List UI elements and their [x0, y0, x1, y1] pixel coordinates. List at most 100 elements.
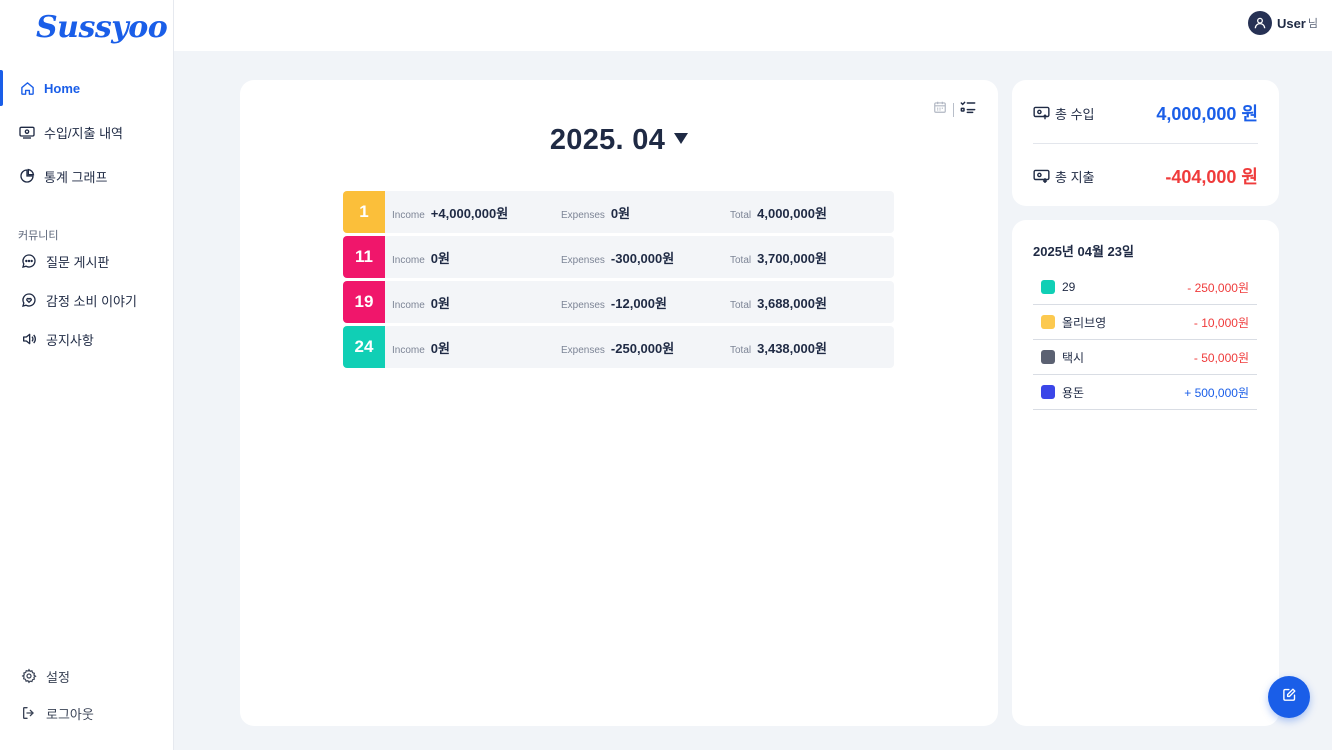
table-row[interactable]: 11 Income 0원 Expenses -300,000원 Total 3,700… — [343, 236, 894, 278]
expenses-label: Expenses — [561, 299, 605, 311]
monthly-totals-card: 총 수입 4,000,000 원 총 지출 -404,000 원 — [1012, 80, 1279, 206]
gear-icon — [20, 667, 38, 685]
table-row[interactable]: 24 Income 0원 Expenses -250,000원 Total 3,438… — [343, 326, 894, 368]
top-bar: User 님 — [174, 0, 1332, 51]
sidebar-item-qna[interactable]: 질문 게시판 — [0, 243, 173, 279]
total-value: 3,688,000원 — [757, 295, 827, 311]
sidebar-item-settings[interactable]: 설정 — [0, 658, 173, 694]
expenses-label: Expenses — [561, 344, 605, 356]
sidebar-item-statistics[interactable]: 통계 그래프 — [0, 158, 173, 194]
chat-bubble-icon — [20, 252, 38, 270]
total-expense-value: -404,000 원 — [1165, 167, 1258, 187]
expenses-value: 0원 — [610, 205, 631, 221]
table-row[interactable]: 1 Income +4,000,000원 Expenses 0원 Total 4,00… — [343, 191, 894, 233]
day-badge: 19 — [343, 281, 385, 323]
item-amount: - 50,000원 — [1193, 350, 1249, 365]
sidebar-item-label: 감정 소비 이야기 — [46, 293, 137, 309]
caret-down-icon — [674, 132, 689, 144]
money-icon — [18, 123, 36, 141]
heart-bubble-icon — [20, 291, 38, 309]
item-amount: - 250,000원 — [1187, 280, 1249, 295]
expenses-value: -300,000원 — [610, 250, 675, 266]
total-value: 3,438,000원 — [757, 340, 827, 356]
expenses-label: Expenses — [561, 209, 605, 221]
sidebar-item-emotion-stories[interactable]: 감정 소비 이야기 — [0, 282, 173, 318]
income-label: Income — [392, 209, 425, 221]
income-label: Income — [392, 254, 425, 266]
expenses-label: Expenses — [561, 254, 605, 266]
total-income-label: 총 수입 — [1055, 106, 1095, 122]
day-badge: 24 — [343, 326, 385, 368]
logout-icon — [20, 704, 38, 722]
income-value: +4,000,000원 — [430, 205, 509, 221]
item-amount: + 500,000원 — [1184, 385, 1249, 400]
item-name: 택시 — [1062, 350, 1085, 365]
total-income-value: 4,000,000 원 — [1156, 104, 1258, 124]
total-expense-label: 총 지출 — [1055, 169, 1095, 185]
speaker-icon — [20, 330, 38, 348]
category-color-dot — [1041, 385, 1055, 399]
user-name: User — [1276, 15, 1306, 31]
sidebar-item-label: Home — [44, 80, 81, 96]
total-expense-row: 총 지출 -404,000 원 — [1033, 163, 1258, 189]
sidebar-item-home[interactable]: Home — [0, 70, 173, 106]
list-item[interactable]: 올리브영 - 10,000원 — [1033, 305, 1257, 340]
money-in-icon — [1033, 106, 1050, 120]
detail-date: 2025년 04월 23일 — [1033, 244, 1134, 259]
home-icon — [18, 79, 36, 97]
calendar-view-icon[interactable] — [933, 100, 947, 119]
category-color-dot — [1041, 280, 1055, 294]
view-toggle — [933, 100, 976, 119]
sidebar-item-label: 공지사항 — [46, 332, 94, 348]
total-label: Total — [730, 209, 752, 221]
monthly-ledger-card: 2025. 04 1 Income +4,000,000원 Expenses 0원 … — [240, 80, 998, 726]
user-menu[interactable]: User 님 — [1247, 11, 1318, 35]
sidebar-item-label: 설정 — [46, 669, 70, 685]
total-label: Total — [730, 299, 752, 311]
category-color-dot — [1041, 350, 1055, 364]
sidebar-item-label: 수입/지출 내역 — [44, 125, 123, 141]
day-badge: 11 — [343, 236, 385, 278]
item-name: 29 — [1062, 280, 1076, 294]
list-view-icon[interactable] — [960, 100, 976, 119]
income-value: 0원 — [430, 250, 450, 266]
sidebar-item-label: 통계 그래프 — [44, 169, 108, 185]
pie-chart-icon — [18, 167, 36, 185]
total-label: Total — [730, 254, 752, 266]
month-selector[interactable]: 2025. 04 — [240, 124, 998, 157]
expenses-value: -12,000원 — [610, 295, 667, 311]
avatar — [1247, 11, 1272, 35]
community-section-label: 커뮤니티 — [18, 230, 59, 242]
income-value: 0원 — [430, 295, 450, 311]
income-label: Income — [392, 299, 425, 311]
money-out-icon — [1033, 169, 1050, 183]
item-name: 용돈 — [1062, 385, 1085, 400]
list-item[interactable]: 용돈 + 500,000원 — [1033, 375, 1257, 410]
sidebar-item-notices[interactable]: 공지사항 — [0, 321, 173, 357]
detail-list: 29 - 250,000원 올리브영 - 10,000원 택시 - 50,000… — [1033, 270, 1257, 410]
user-honorific: 님 — [1307, 18, 1318, 30]
table-row[interactable]: 19 Income 0원 Expenses -12,000원 Total 3,688,… — [343, 281, 894, 323]
sidebar: Sussyoo Home 수입/지출 내역 통계 그래프 커뮤니티 질문 게시판… — [0, 0, 174, 750]
list-item[interactable]: 택시 - 50,000원 — [1033, 340, 1257, 375]
edit-icon — [1282, 687, 1297, 707]
list-item[interactable]: 29 - 250,000원 — [1033, 270, 1257, 305]
income-label: Income — [392, 344, 425, 356]
item-amount: - 10,000원 — [1193, 315, 1249, 330]
income-value: 0원 — [430, 340, 450, 356]
daily-summary-list: 1 Income +4,000,000원 Expenses 0원 Total 4,00… — [343, 191, 894, 371]
month-label: 2025. 04 — [549, 124, 666, 156]
sidebar-item-logout[interactable]: 로그아웃 — [0, 695, 173, 731]
sidebar-item-label: 로그아웃 — [46, 706, 94, 722]
add-entry-button[interactable] — [1268, 676, 1310, 718]
total-label: Total — [730, 344, 752, 356]
total-income-row: 총 수입 4,000,000 원 — [1033, 100, 1258, 126]
summary-divider — [1033, 143, 1258, 144]
app-logo[interactable]: Sussyoo — [36, 10, 168, 45]
daily-detail-card: 2025년 04월 23일 29 - 250,000원 올리브영 - 10,00… — [1012, 220, 1279, 726]
total-value: 3,700,000원 — [757, 250, 827, 266]
sidebar-item-label: 질문 게시판 — [46, 254, 110, 270]
day-badge: 1 — [343, 191, 385, 233]
category-color-dot — [1041, 315, 1055, 329]
sidebar-item-transactions[interactable]: 수입/지출 내역 — [0, 114, 173, 150]
